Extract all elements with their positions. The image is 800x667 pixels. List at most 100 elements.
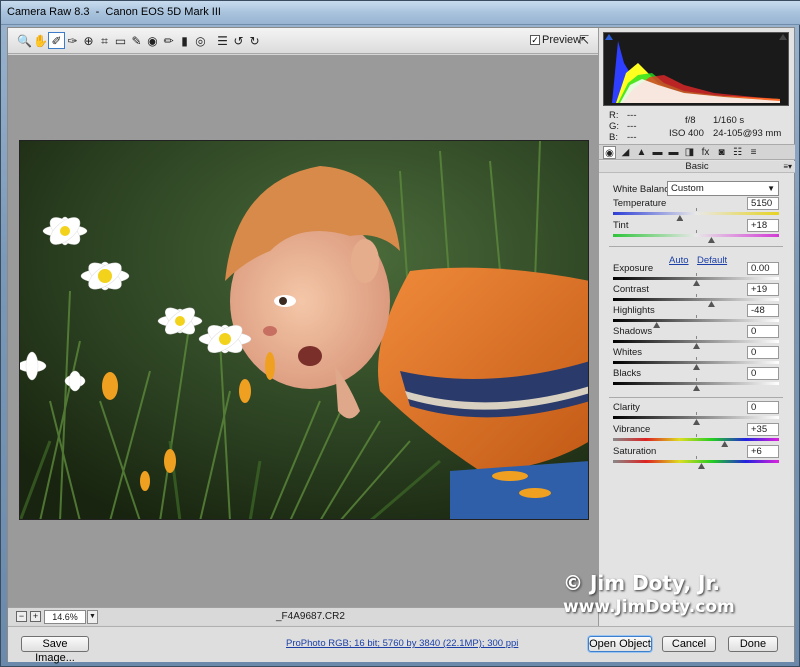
contrast-slider-track[interactable] [613, 298, 779, 301]
shadows-slider-thumb[interactable] [693, 343, 700, 349]
hand-tool-icon[interactable]: ✋ [32, 32, 49, 49]
toggle-fullscreen-icon[interactable]: ⇱ [576, 32, 592, 48]
tab-camera-calibration-icon[interactable]: ◙ [715, 146, 728, 159]
vibrance-label: Vibrance [613, 424, 651, 435]
window-title: Camera Raw 8.3 - Canon EOS 5D Mark III [7, 6, 221, 18]
highlights-value-field[interactable]: -48 [747, 304, 779, 317]
saturation-slider-track[interactable] [613, 460, 779, 463]
highlights-label: Highlights [613, 305, 655, 316]
zoom-in-button[interactable]: + [30, 611, 41, 622]
exposure-slider-thumb[interactable] [693, 280, 700, 286]
straighten-tool-icon[interactable]: ▭ [112, 32, 129, 49]
temperature-label: Temperature [613, 198, 667, 209]
r-label: R: [609, 110, 619, 121]
divider [609, 397, 783, 398]
bottom-bar: Save Image... ProPhoto RGB; 16 bit; 5760… [8, 626, 794, 664]
tab-hsl-icon[interactable]: ▬ [651, 146, 664, 159]
adjustment-brush-tool-icon[interactable]: ✏ [160, 32, 177, 49]
red-eye-tool-icon[interactable]: ◉ [144, 32, 161, 49]
white-balance-tool-icon[interactable]: ✐ [48, 32, 65, 49]
crop-tool-icon[interactable]: ⌗ [96, 32, 113, 49]
tab-snapshots-icon[interactable]: ≡ [747, 146, 760, 159]
white-balance-value: Custom [671, 183, 704, 194]
contrast-value-field[interactable]: +19 [747, 283, 779, 296]
vibrance-slider-thumb[interactable] [721, 441, 729, 447]
save-image-button[interactable]: Save Image... [21, 636, 89, 664]
zoom-dropdown-button[interactable]: ▼ [87, 610, 98, 624]
highlights-slider-track[interactable] [613, 319, 779, 322]
exposure-slider-track[interactable] [613, 277, 779, 280]
rgb-readout: R: --- G: --- B: --- f/8 1/160 s ISO 400… [603, 108, 789, 143]
tint-slider-thumb[interactable] [707, 237, 715, 243]
color-sampler-tool-icon[interactable]: ✑ [64, 32, 81, 49]
preview-canvas[interactable] [8, 55, 598, 607]
clarity-value-field[interactable]: 0 [747, 401, 779, 414]
blacks-value-field[interactable]: 0 [747, 367, 779, 380]
adjustments-panel: R: --- G: --- B: --- f/8 1/160 s ISO 400… [598, 28, 795, 626]
spot-removal-tool-icon[interactable]: ✎ [128, 32, 145, 49]
watermark-line-1: © Jim Doty, Jr. [563, 571, 721, 595]
blacks-slider-thumb[interactable] [693, 385, 700, 391]
clarity-slider-thumb[interactable] [693, 419, 700, 425]
photo-preview[interactable] [19, 140, 589, 520]
preferences-tool-icon[interactable]: ☰ [214, 32, 231, 49]
exposure-label: Exposure [613, 263, 654, 274]
shadows-label: Shadows [613, 326, 653, 337]
blacks-slider-track[interactable] [613, 382, 779, 385]
tab-tone-curve-icon[interactable]: ◢ [619, 146, 632, 159]
tab-basic-icon[interactable]: ◉ [603, 146, 616, 159]
panel-menu-icon[interactable]: ≡▾ [783, 162, 792, 171]
whites-value-field[interactable]: 0 [747, 346, 779, 359]
open-object-button[interactable]: Open Object [588, 636, 652, 652]
panel-title: Basic ≡▾ [599, 161, 795, 173]
tab-presets-icon[interactable]: ☷ [731, 146, 744, 159]
highlights-slider-thumb[interactable] [653, 322, 661, 328]
preview-checkbox[interactable]: ✓ [530, 35, 540, 45]
tab-effects-icon[interactable]: fx [699, 146, 712, 159]
shadows-center-tick [696, 336, 697, 339]
r-value: --- [627, 110, 637, 121]
title-bar[interactable]: Camera Raw 8.3 - Canon EOS 5D Mark III [1, 1, 800, 25]
tab-lens-corrections-icon[interactable]: ◨ [683, 146, 696, 159]
temperature-slider-thumb[interactable] [676, 215, 684, 221]
white-balance-select[interactable]: Custom ▼ [667, 181, 779, 196]
vibrance-slider-track[interactable] [613, 438, 779, 441]
g-label: G: [609, 121, 620, 132]
temperature-slider-track[interactable] [613, 212, 779, 215]
shadows-value-field[interactable]: 0 [747, 325, 779, 338]
exposure-value-field[interactable]: 0.00 [747, 262, 779, 275]
photo-illustration [20, 141, 588, 519]
tint-value-field[interactable]: +18 [747, 219, 779, 232]
whites-slider-track[interactable] [613, 361, 779, 364]
clarity-center-tick [696, 412, 697, 415]
zoom-level-field[interactable]: 14.6% [44, 610, 86, 624]
contrast-slider-thumb[interactable] [707, 301, 715, 307]
zoom-out-button[interactable]: − [16, 611, 27, 622]
rotate-ccw-tool-icon[interactable]: ↺ [230, 32, 247, 49]
tab-split-toning-icon[interactable]: ▬ [667, 146, 680, 159]
rotate-cw-tool-icon[interactable]: ↻ [246, 32, 263, 49]
camera-raw-dialog: 🔍 ✋ ✐ ✑ ⊕ ⌗ ▭ ✎ ◉ ✏ ▮ ◎ ☰ ↺ ↻ ✓ Preview ⇱ [7, 27, 795, 664]
whites-slider-thumb[interactable] [693, 364, 700, 370]
temperature-value-field[interactable]: 5150 [747, 197, 779, 210]
done-button[interactable]: Done [728, 636, 778, 652]
zoom-tool-icon[interactable]: 🔍 [16, 32, 33, 49]
tab-detail-icon[interactable]: ▲ [635, 146, 648, 159]
tint-slider-track[interactable] [613, 234, 779, 237]
vibrance-value-field[interactable]: +35 [747, 423, 779, 436]
lens-value: 24-105@93 mm [713, 128, 782, 139]
shadows-slider-track[interactable] [613, 340, 779, 343]
graduated-filter-tool-icon[interactable]: ▮ [176, 32, 193, 49]
iso-value: ISO 400 [669, 128, 704, 139]
targeted-adjustment-tool-icon[interactable]: ⊕ [80, 32, 97, 49]
clarity-slider-track[interactable] [613, 416, 779, 419]
saturation-slider-thumb[interactable] [697, 463, 705, 469]
default-link[interactable]: Default [697, 255, 727, 266]
saturation-value-field[interactable]: +6 [747, 445, 779, 458]
radial-filter-tool-icon[interactable]: ◎ [192, 32, 209, 49]
workflow-options-link[interactable]: ProPhoto RGB; 16 bit; 5760 by 3840 (22.1… [286, 638, 518, 649]
camera-raw-window: Camera Raw 8.3 - Canon EOS 5D Mark III 🔍… [0, 0, 800, 667]
cancel-button[interactable]: Cancel [662, 636, 716, 652]
auto-link[interactable]: Auto [669, 255, 689, 266]
panel-title-text: Basic [685, 161, 709, 172]
